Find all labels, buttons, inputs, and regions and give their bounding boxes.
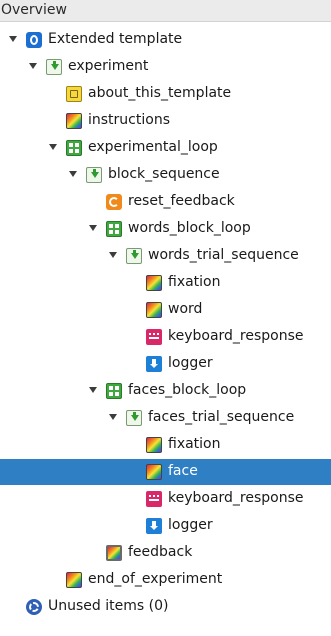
tree-item-label: fixation [168,274,221,290]
tree-item-experiment[interactable]: experiment [0,54,331,80]
tree-item-label: end_of_experiment [88,571,223,587]
tree-item-end-of-experiment[interactable]: end_of_experiment [0,567,331,593]
keyboard-icon [146,329,162,345]
tree-item-faces-logger[interactable]: logger [0,513,331,539]
tree-item-label: words_block_loop [128,220,251,236]
expand-arrow-icon[interactable] [29,63,37,69]
logger-icon [146,518,162,534]
expand-arrow-icon[interactable] [109,252,117,258]
tree-item-feedback[interactable]: feedback [0,540,331,566]
expand-arrow-icon[interactable] [49,144,57,150]
tree-item-label: faces_trial_sequence [148,409,295,425]
tree-item-faces-block-loop[interactable]: faces_block_loop [0,378,331,404]
expand-arrow-icon[interactable] [89,225,97,231]
reset-feedback-icon [106,194,122,210]
panel-title: Overview [1,2,67,18]
sequence-icon [46,59,62,75]
tree-item-face[interactable]: face [0,459,331,485]
sequence-icon [126,410,142,426]
tree-item-words-trial-sequence[interactable]: words_trial_sequence [0,243,331,269]
tree-item-label: Extended template [48,31,183,47]
tree-item-words-fixation[interactable]: fixation [0,270,331,296]
tree-item-words-logger[interactable]: logger [0,351,331,377]
tree-item-faces-keyboard-response[interactable]: keyboard_response [0,486,331,512]
tree-item-extended-template[interactable]: Extended template [0,27,331,53]
tree-item-faces-trial-sequence[interactable]: faces_trial_sequence [0,405,331,431]
tree-item-label: instructions [88,112,170,128]
tree-item-label: fixation [168,436,221,452]
keyboard-icon [146,491,162,507]
tree-item-label: logger [168,517,213,533]
sketchpad-icon [146,464,162,480]
tree-item-experimental-loop[interactable]: experimental_loop [0,135,331,161]
tree-item-label: feedback [128,544,193,560]
sequence-icon [86,167,102,183]
tree-item-word[interactable]: word [0,297,331,323]
tree-item-label: experiment [68,58,149,74]
tree-item-label: faces_block_loop [128,382,247,398]
notepad-icon [66,86,82,102]
tree-item-words-keyboard-response[interactable]: keyboard_response [0,324,331,350]
experiment-root-icon [26,32,42,48]
tree-item-label: word [168,301,203,317]
tree-item-label: keyboard_response [168,490,304,506]
loop-icon [106,221,122,237]
sketchpad-icon [146,275,162,291]
tree-item-faces-fixation[interactable]: fixation [0,432,331,458]
sequence-icon [126,248,142,264]
tree-item-label: words_trial_sequence [148,247,299,263]
loop-icon [66,140,82,156]
unused-items-icon [26,599,42,615]
tree-item-words-block-loop[interactable]: words_block_loop [0,216,331,242]
tree-item-label: Unused items (0) [48,598,169,614]
tree-item-reset-feedback[interactable]: reset_feedback [0,189,331,215]
expand-arrow-icon[interactable] [109,414,117,420]
expand-arrow-icon[interactable] [69,171,77,177]
tree-item-label: about_this_template [88,85,232,101]
tree-item-label: experimental_loop [88,139,218,155]
tree-item-block-sequence[interactable]: block_sequence [0,162,331,188]
loop-icon [106,383,122,399]
sketchpad-icon [146,302,162,318]
tree-item-about-this-template[interactable]: about_this_template [0,81,331,107]
tree-item-unused-items[interactable]: Unused items (0) [0,594,331,620]
sketchpad-icon [146,437,162,453]
tree-item-label: logger [168,355,213,371]
overview-panel-header: Overview [0,0,331,22]
expand-arrow-icon[interactable] [89,387,97,393]
tree-item-label: reset_feedback [128,193,235,209]
logger-icon [146,356,162,372]
tree-item-instructions[interactable]: instructions [0,108,331,134]
tree-item-label: keyboard_response [168,328,304,344]
tree-item-label: face [168,463,198,479]
tree-item-label: block_sequence [108,166,220,182]
feedback-icon [106,545,122,561]
sketchpad-icon [66,113,82,129]
expand-arrow-icon[interactable] [9,36,17,42]
sketchpad-icon [66,572,82,588]
